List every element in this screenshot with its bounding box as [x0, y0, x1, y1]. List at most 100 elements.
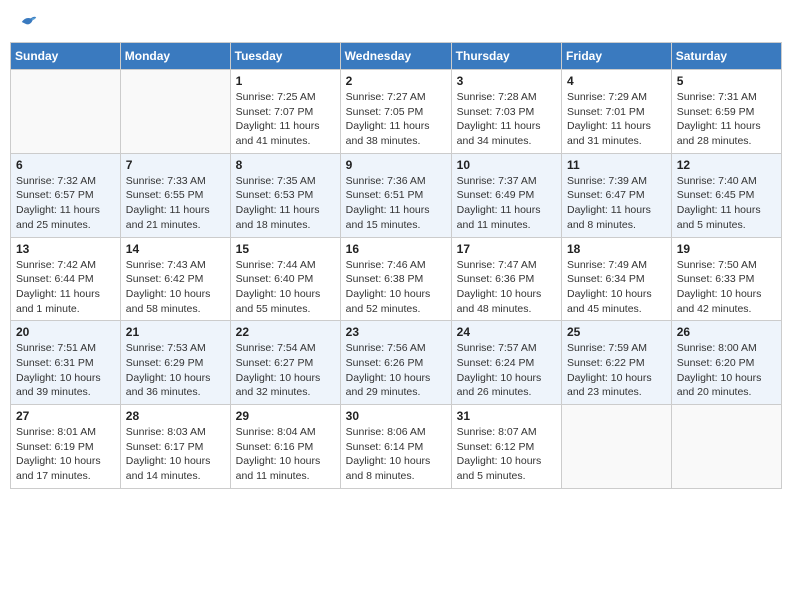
- day-number: 10: [457, 158, 556, 172]
- day-number: 19: [677, 242, 776, 256]
- calendar-cell: 19 Sunrise: 7:50 AMSunset: 6:33 PMDayligh…: [671, 237, 781, 321]
- day-number: 23: [346, 325, 446, 339]
- calendar-cell: 27 Sunrise: 8:01 AMSunset: 6:19 PMDayligh…: [11, 405, 121, 489]
- day-info: Sunrise: 7:50 AMSunset: 6:33 PMDaylight:…: [677, 258, 776, 317]
- day-info: Sunrise: 8:03 AMSunset: 6:17 PMDaylight:…: [126, 425, 225, 484]
- calendar-cell: 10 Sunrise: 7:37 AMSunset: 6:49 PMDayligh…: [451, 153, 561, 237]
- day-info: Sunrise: 8:00 AMSunset: 6:20 PMDaylight:…: [677, 341, 776, 400]
- calendar-cell: [120, 70, 230, 154]
- day-number: 12: [677, 158, 776, 172]
- calendar-cell: 16Sunrise: 7:46 AMSunset: 6:38 PMDayligh…: [340, 237, 451, 321]
- calendar-cell: 29 Sunrise: 8:04 AMSunset: 6:16 PMDayligh…: [230, 405, 340, 489]
- day-info: Sunrise: 7:33 AMSunset: 6:55 PMDaylight:…: [126, 174, 225, 233]
- day-number: 4: [567, 74, 666, 88]
- calendar-cell: 15 Sunrise: 7:44 AMSunset: 6:40 PMDayligh…: [230, 237, 340, 321]
- day-info: Sunrise: 7:35 AMSunset: 6:53 PMDaylight:…: [236, 174, 335, 233]
- weekday-header-monday: Monday: [120, 43, 230, 70]
- day-number: 30: [346, 409, 446, 423]
- calendar-cell: 4 Sunrise: 7:29 AMSunset: 7:01 PMDaylight…: [562, 70, 672, 154]
- calendar-cell: [11, 70, 121, 154]
- day-number: 11: [567, 158, 666, 172]
- calendar-week-row: 13Sunrise: 7:42 AMSunset: 6:44 PMDayligh…: [11, 237, 782, 321]
- calendar-cell: [562, 405, 672, 489]
- calendar-cell: 17 Sunrise: 7:47 AMSunset: 6:36 PMDayligh…: [451, 237, 561, 321]
- weekday-header-saturday: Saturday: [671, 43, 781, 70]
- day-number: 18: [567, 242, 666, 256]
- day-info: Sunrise: 7:37 AMSunset: 6:49 PMDaylight:…: [457, 174, 556, 233]
- day-info: Sunrise: 8:04 AMSunset: 6:16 PMDaylight:…: [236, 425, 335, 484]
- day-number: 20: [16, 325, 115, 339]
- day-info: Sunrise: 7:49 AMSunset: 6:34 PMDaylight:…: [567, 258, 666, 317]
- day-info: Sunrise: 7:44 AMSunset: 6:40 PMDaylight:…: [236, 258, 335, 317]
- calendar-week-row: 1 Sunrise: 7:25 AMSunset: 7:07 PMDaylight…: [11, 70, 782, 154]
- day-number: 7: [126, 158, 225, 172]
- calendar-cell: 20 Sunrise: 7:51 AMSunset: 6:31 PMDayligh…: [11, 321, 121, 405]
- day-info: Sunrise: 7:40 AMSunset: 6:45 PMDaylight:…: [677, 174, 776, 233]
- calendar-cell: 21Sunrise: 7:53 AMSunset: 6:29 PMDayligh…: [120, 321, 230, 405]
- day-number: 21: [126, 325, 225, 339]
- day-info: Sunrise: 7:32 AMSunset: 6:57 PMDaylight:…: [16, 174, 115, 233]
- day-number: 2: [346, 74, 446, 88]
- day-number: 27: [16, 409, 115, 423]
- day-number: 15: [236, 242, 335, 256]
- day-info: Sunrise: 8:07 AMSunset: 6:12 PMDaylight:…: [457, 425, 556, 484]
- weekday-header-thursday: Thursday: [451, 43, 561, 70]
- calendar-cell: 2Sunrise: 7:27 AMSunset: 7:05 PMDaylight…: [340, 70, 451, 154]
- day-info: Sunrise: 7:56 AMSunset: 6:26 PMDaylight:…: [346, 341, 446, 400]
- calendar-cell: 12 Sunrise: 7:40 AMSunset: 6:45 PMDayligh…: [671, 153, 781, 237]
- calendar-cell: 18 Sunrise: 7:49 AMSunset: 6:34 PMDayligh…: [562, 237, 672, 321]
- day-number: 25: [567, 325, 666, 339]
- calendar-cell: 25 Sunrise: 7:59 AMSunset: 6:22 PMDayligh…: [562, 321, 672, 405]
- day-number: 14: [126, 242, 225, 256]
- day-info: Sunrise: 7:54 AMSunset: 6:27 PMDaylight:…: [236, 341, 335, 400]
- calendar-cell: 31Sunrise: 8:07 AMSunset: 6:12 PMDayligh…: [451, 405, 561, 489]
- day-number: 26: [677, 325, 776, 339]
- day-number: 6: [16, 158, 115, 172]
- day-number: 17: [457, 242, 556, 256]
- calendar-cell: 30 Sunrise: 8:06 AMSunset: 6:14 PMDayligh…: [340, 405, 451, 489]
- calendar-cell: 6 Sunrise: 7:32 AMSunset: 6:57 PMDaylight…: [11, 153, 121, 237]
- day-number: 29: [236, 409, 335, 423]
- calendar-cell: 26 Sunrise: 8:00 AMSunset: 6:20 PMDayligh…: [671, 321, 781, 405]
- page-header: [10, 10, 782, 34]
- day-info: Sunrise: 7:31 AMSunset: 6:59 PMDaylight:…: [677, 90, 776, 149]
- day-number: 16: [346, 242, 446, 256]
- calendar-week-row: 27 Sunrise: 8:01 AMSunset: 6:19 PMDayligh…: [11, 405, 782, 489]
- calendar-cell: 5Sunrise: 7:31 AMSunset: 6:59 PMDaylight…: [671, 70, 781, 154]
- day-number: 13: [16, 242, 115, 256]
- day-info: Sunrise: 7:47 AMSunset: 6:36 PMDaylight:…: [457, 258, 556, 317]
- calendar-cell: 1 Sunrise: 7:25 AMSunset: 7:07 PMDaylight…: [230, 70, 340, 154]
- calendar-cell: 28 Sunrise: 8:03 AMSunset: 6:17 PMDayligh…: [120, 405, 230, 489]
- calendar-cell: 11 Sunrise: 7:39 AMSunset: 6:47 PMDayligh…: [562, 153, 672, 237]
- calendar-cell: 8Sunrise: 7:35 AMSunset: 6:53 PMDaylight…: [230, 153, 340, 237]
- day-info: Sunrise: 7:59 AMSunset: 6:22 PMDaylight:…: [567, 341, 666, 400]
- calendar-cell: 7 Sunrise: 7:33 AMSunset: 6:55 PMDaylight…: [120, 153, 230, 237]
- weekday-header-friday: Friday: [562, 43, 672, 70]
- calendar-table: SundayMondayTuesdayWednesdayThursdayFrid…: [10, 42, 782, 489]
- day-number: 28: [126, 409, 225, 423]
- weekday-header-sunday: Sunday: [11, 43, 121, 70]
- day-info: Sunrise: 7:36 AMSunset: 6:51 PMDaylight:…: [346, 174, 446, 233]
- day-number: 1: [236, 74, 335, 88]
- calendar-cell: 24Sunrise: 7:57 AMSunset: 6:24 PMDayligh…: [451, 321, 561, 405]
- day-info: Sunrise: 8:06 AMSunset: 6:14 PMDaylight:…: [346, 425, 446, 484]
- calendar-week-row: 6 Sunrise: 7:32 AMSunset: 6:57 PMDaylight…: [11, 153, 782, 237]
- calendar-header-row: SundayMondayTuesdayWednesdayThursdayFrid…: [11, 43, 782, 70]
- weekday-header-wednesday: Wednesday: [340, 43, 451, 70]
- day-info: Sunrise: 7:43 AMSunset: 6:42 PMDaylight:…: [126, 258, 225, 317]
- day-number: 22: [236, 325, 335, 339]
- logo: [16, 14, 38, 30]
- calendar-cell: 23 Sunrise: 7:56 AMSunset: 6:26 PMDayligh…: [340, 321, 451, 405]
- day-info: Sunrise: 8:01 AMSunset: 6:19 PMDaylight:…: [16, 425, 115, 484]
- calendar-cell: 14 Sunrise: 7:43 AMSunset: 6:42 PMDayligh…: [120, 237, 230, 321]
- day-info: Sunrise: 7:51 AMSunset: 6:31 PMDaylight:…: [16, 341, 115, 400]
- day-info: Sunrise: 7:28 AMSunset: 7:03 PMDaylight:…: [457, 90, 556, 149]
- calendar-cell: 22 Sunrise: 7:54 AMSunset: 6:27 PMDayligh…: [230, 321, 340, 405]
- logo-bird-icon: [20, 14, 38, 30]
- calendar-cell: [671, 405, 781, 489]
- day-info: Sunrise: 7:39 AMSunset: 6:47 PMDaylight:…: [567, 174, 666, 233]
- day-info: Sunrise: 7:25 AMSunset: 7:07 PMDaylight:…: [236, 90, 335, 149]
- calendar-cell: 3Sunrise: 7:28 AMSunset: 7:03 PMDaylight…: [451, 70, 561, 154]
- calendar-cell: 13Sunrise: 7:42 AMSunset: 6:44 PMDayligh…: [11, 237, 121, 321]
- day-info: Sunrise: 7:29 AMSunset: 7:01 PMDaylight:…: [567, 90, 666, 149]
